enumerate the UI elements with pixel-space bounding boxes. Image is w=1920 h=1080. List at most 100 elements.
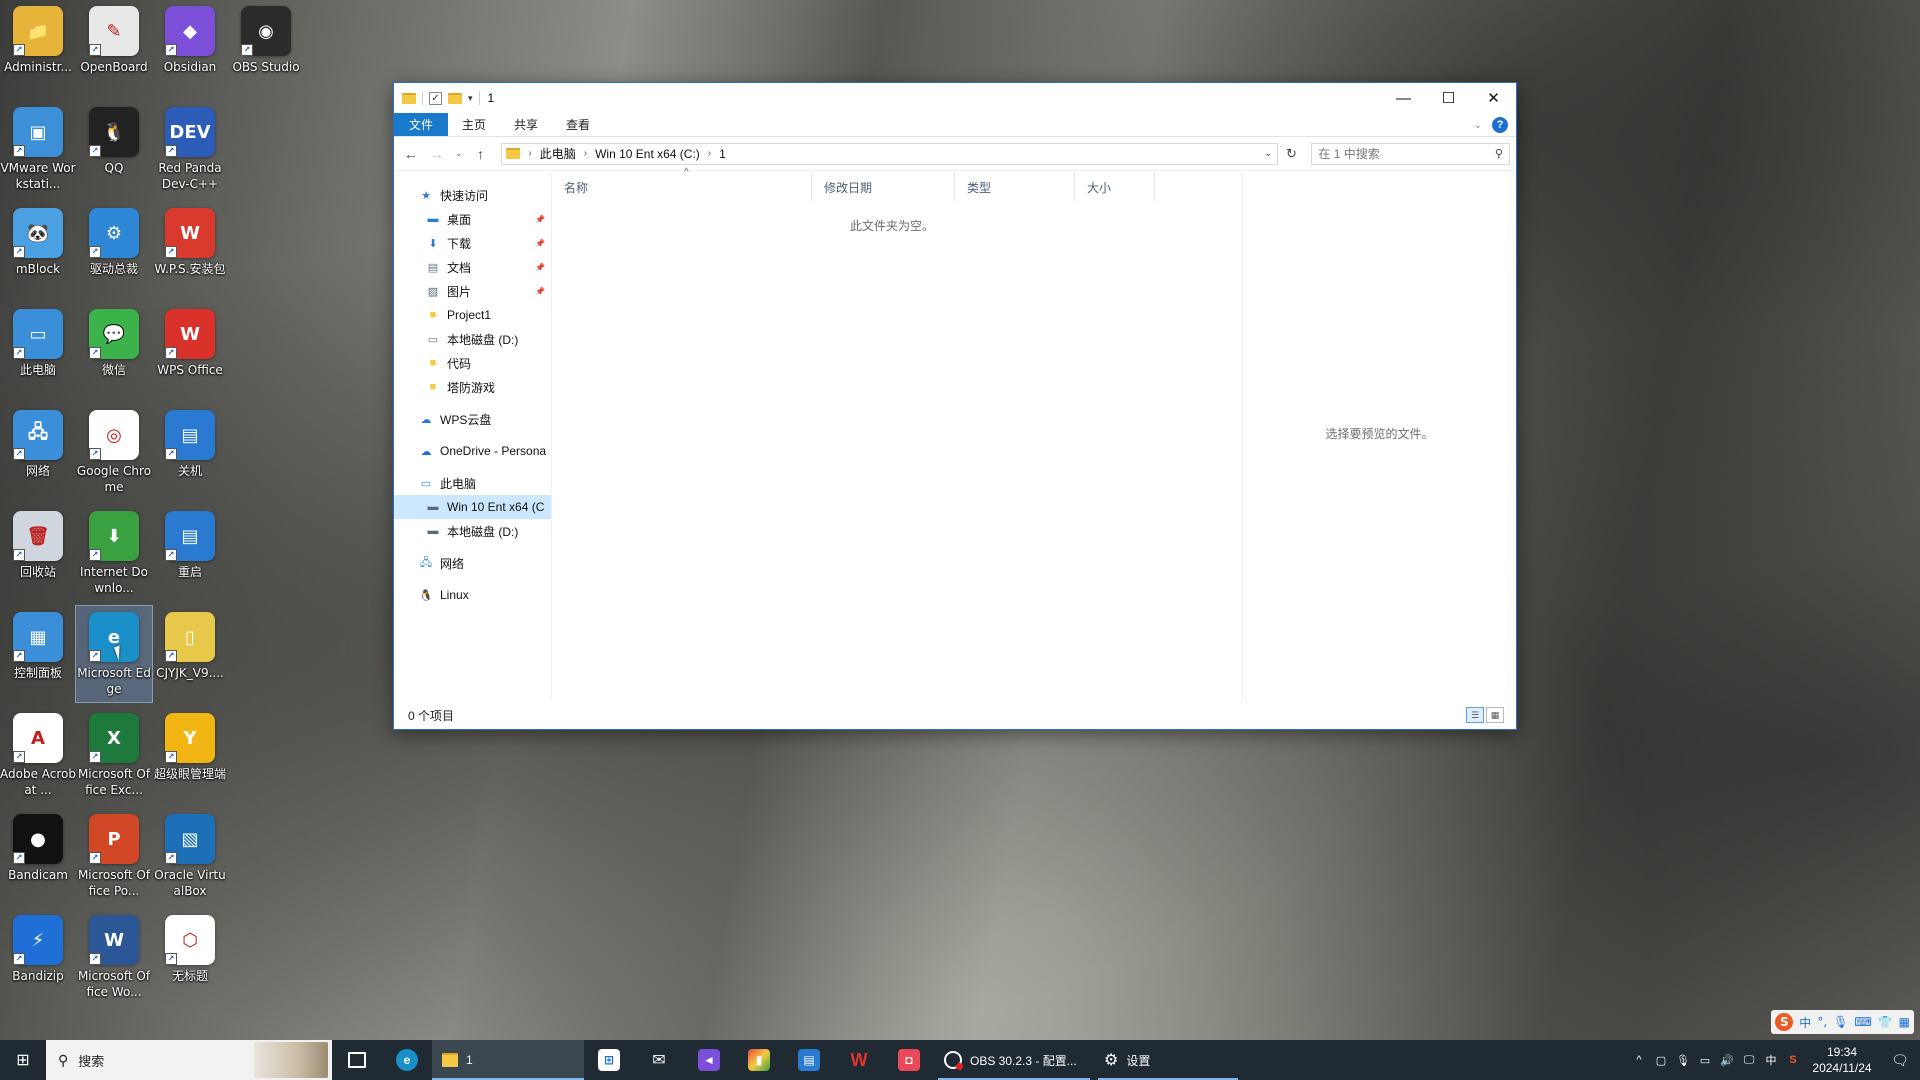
mail-taskbar-button[interactable]: ✉ [634, 1040, 684, 1080]
breadcrumb-drive-c[interactable]: Win 10 Ent x64 (C:) [595, 147, 700, 161]
screen-capture-taskbar-button[interactable]: ◘ [884, 1040, 934, 1080]
search-input[interactable] [1318, 146, 1489, 161]
start-button[interactable]: ⊞ [0, 1040, 46, 1080]
keyboard-icon[interactable]: ⌨ [1854, 1015, 1871, 1029]
pin-icon[interactable]: 📌 [535, 263, 545, 272]
pin-icon[interactable]: 📌 [535, 287, 545, 296]
nav-item[interactable]: ⬇ 下载 📌 [394, 231, 551, 255]
pin-icon[interactable]: 📌 [535, 215, 545, 224]
clock[interactable]: 19:34 2024/11/24 [1804, 1044, 1880, 1076]
desktop-icon[interactable]: 🗑 ↗ 回收站 [0, 505, 76, 601]
tab-file[interactable]: 文件 [394, 113, 449, 136]
close-button[interactable]: ✕ [1471, 83, 1516, 113]
pin-icon[interactable]: 📌 [535, 239, 545, 248]
nav-this-pc[interactable]: ▭ 此电脑 [394, 471, 551, 495]
desktop-icon[interactable]: ◆ ↗ Obsidian [152, 0, 228, 96]
settings-taskbar-button[interactable]: ⚙ 设置 [1094, 1040, 1242, 1080]
desktop-icon[interactable]: A ↗ Adobe Acrobat ... [0, 707, 76, 803]
skin-icon[interactable]: 👕 [1878, 1015, 1893, 1029]
nav-item[interactable]: ■ 塔防游戏 [394, 375, 551, 399]
large-icons-view-icon[interactable]: ▦ [1486, 707, 1504, 723]
address-bar[interactable]: › 此电脑 › Win 10 Ent x64 (C:) › 1 ⌄ [501, 142, 1278, 165]
properties-icon[interactable]: ✓ [429, 91, 442, 105]
search-box[interactable]: ⚲ [1311, 142, 1510, 165]
column-type[interactable]: 类型 [955, 173, 1075, 201]
desktop-icon[interactable]: X ↗ Microsoft Office Exc... [76, 707, 152, 803]
nav-item[interactable]: ▭ 本地磁盘 (D:) [394, 327, 551, 351]
desktop-icon[interactable]: 💬 ↗ 微信 [76, 303, 152, 399]
nav-item[interactable]: ▬ 桌面 📌 [394, 207, 551, 231]
nav-drive-c[interactable]: ▬ Win 10 Ent x64 (C [394, 495, 551, 519]
maximize-button[interactable]: ☐ [1426, 83, 1471, 113]
minimize-button[interactable]: — [1381, 83, 1426, 113]
customize-dropdown-icon[interactable]: ▾ [468, 93, 473, 104]
desktop-icon[interactable]: ▧ ↗ Oracle VirtualBox [152, 808, 228, 904]
volume-icon[interactable]: 🔊 [1716, 1054, 1738, 1067]
notification-icon[interactable]: 🗨 [1880, 1052, 1920, 1069]
address-dropdown-icon[interactable]: ⌄ [1264, 148, 1272, 159]
desktop-icon[interactable]: W ↗ Microsoft Office Wo... [76, 909, 152, 1005]
taskbar-search[interactable]: ⚲ 搜索 [46, 1040, 332, 1080]
nav-linux[interactable]: 🐧 Linux [394, 583, 551, 607]
title-bar[interactable]: ✓ ▾ 1 — ☐ ✕ [394, 83, 1516, 113]
search-icon[interactable]: ⚲ [1495, 147, 1503, 160]
toolbox-icon[interactable]: ▦ [1899, 1015, 1910, 1029]
chevron-up-icon[interactable]: ^ [1628, 1054, 1650, 1066]
tab-view[interactable]: 查看 [552, 113, 604, 136]
visual-studio-taskbar-button[interactable]: ◄ [684, 1040, 734, 1080]
desktop-icon[interactable]: Y ↗ 超级眼管理端 [152, 707, 228, 803]
nav-drive-d[interactable]: ▬ 本地磁盘 (D:) [394, 519, 551, 543]
store-taskbar-button[interactable]: ⊞ [584, 1040, 634, 1080]
nav-item[interactable]: ■ Project1 [394, 303, 551, 327]
desktop-icon[interactable]: e ↗ Microsoft Edge [75, 605, 153, 703]
desktop-icon[interactable]: DEV ↗ Red Panda Dev-C++ [152, 101, 228, 197]
ime-language[interactable]: 中 [1799, 1014, 1811, 1031]
nav-wps-cloud[interactable]: ☁ WPS云盘 [394, 407, 551, 431]
sogou-icon[interactable]: S [1782, 1054, 1804, 1066]
desktop-icon[interactable]: 🐧 ↗ QQ [76, 101, 152, 197]
nav-onedrive[interactable]: ☁ OneDrive - Persona [394, 439, 551, 463]
desktop-icon[interactable]: ◉ ↗ OBS Studio [228, 0, 304, 96]
desktop-icon[interactable]: 🖧 ↗ 网络 [0, 404, 76, 500]
tab-home[interactable]: 主页 [448, 113, 500, 136]
help-icon[interactable]: ? [1492, 117, 1508, 133]
up-button[interactable]: ↑ [470, 146, 492, 162]
breadcrumb-folder[interactable]: 1 [719, 147, 726, 161]
battery-icon[interactable]: ▭ [1694, 1054, 1716, 1067]
app-taskbar-button[interactable]: ▤ [784, 1040, 834, 1080]
desktop-icon[interactable]: ▤ ↗ 关机 [152, 404, 228, 500]
expand-ribbon-icon[interactable]: ⌄ [1474, 120, 1482, 131]
ime-indicator[interactable]: 中 [1760, 1052, 1782, 1068]
recent-locations-icon[interactable]: ⌄ [452, 148, 466, 159]
desktop-icon[interactable]: ▯ ↗ CJYJK_V9.... [152, 606, 228, 702]
nav-network[interactable]: 🖧 网络 [394, 551, 551, 575]
punctuation-icon[interactable]: °, [1817, 1015, 1827, 1029]
nav-item[interactable]: ▤ 文档 📌 [394, 255, 551, 279]
back-button[interactable]: ← [400, 146, 422, 162]
desktop-icon[interactable]: W ↗ WPS Office [152, 303, 228, 399]
office-taskbar-button[interactable]: ▮ [734, 1040, 784, 1080]
desktop-icon[interactable]: ⬡ ↗ 无标题 [152, 909, 228, 1005]
refresh-icon[interactable]: ↻ [1282, 146, 1302, 162]
desktop-icon[interactable]: P ↗ Microsoft Office Po... [76, 808, 152, 904]
breadcrumb-this-pc[interactable]: 此电脑 [540, 145, 576, 162]
desktop-icon[interactable]: ✎ ↗ OpenBoard [76, 0, 152, 96]
desktop-icon[interactable]: ⚙ ↗ 驱动总裁 [76, 202, 152, 298]
chevron-right-icon[interactable]: › [708, 148, 711, 159]
explorer-taskbar-button[interactable]: 1 [432, 1040, 584, 1080]
desktop-icon[interactable]: ⬇ ↗ Internet Downlo... [76, 505, 152, 601]
desktop-icon[interactable]: ▭ ↗ 此电脑 [0, 303, 76, 399]
desktop-icon[interactable]: 🐼 ↗ mBlock [0, 202, 76, 298]
details-view-icon[interactable]: ☰ [1466, 707, 1484, 723]
desktop-icon[interactable]: W ↗ W.P.S.安装包 [152, 202, 228, 298]
forward-button[interactable]: → [426, 146, 448, 162]
desktop-icon[interactable]: ⚡ ↗ Bandizip [0, 909, 76, 1005]
desktop-icon[interactable]: 📁 ↗ Administr... [0, 0, 76, 96]
task-view-button[interactable] [332, 1040, 382, 1080]
desktop-icon[interactable]: ▤ ↗ 重启 [152, 505, 228, 601]
device-icon[interactable]: ▢ [1650, 1054, 1672, 1067]
nav-quick-access[interactable]: ★ 快速访问 [394, 183, 551, 207]
column-size[interactable]: 大小 [1075, 173, 1155, 201]
wps-taskbar-button[interactable]: W [834, 1040, 884, 1080]
desktop-icon[interactable]: ● ↗ Bandicam [0, 808, 76, 904]
